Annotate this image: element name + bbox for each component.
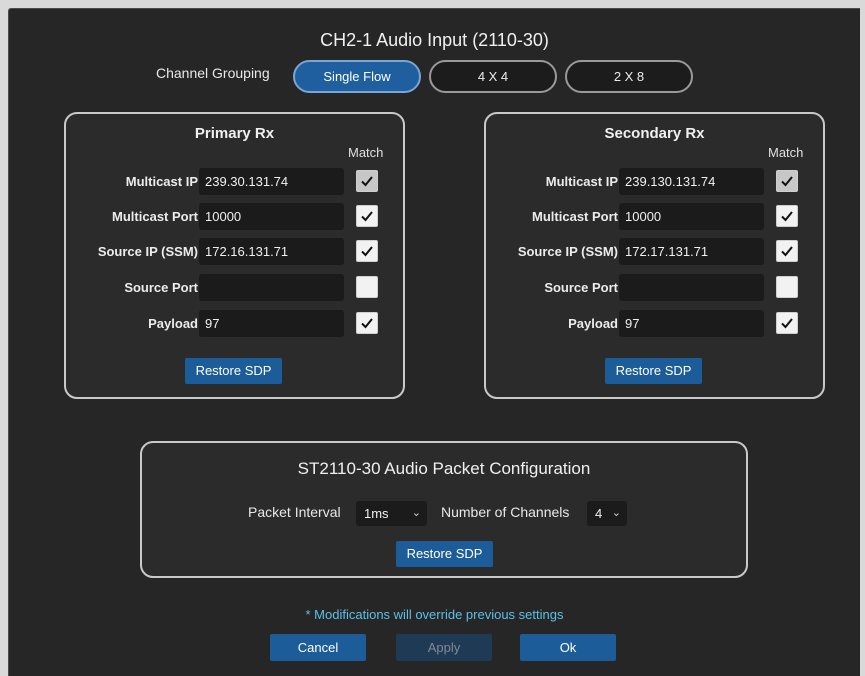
primary-multicast-ip-match-checkbox[interactable] <box>356 170 378 192</box>
secondary-payload-label: Payload <box>568 316 618 331</box>
packet-interval-select[interactable]: 1ms ⌄ <box>356 501 427 526</box>
primary-multicast-ip-label: Multicast IP <box>125 174 198 189</box>
channel-grouping-label: Channel Grouping <box>156 65 270 81</box>
checkmark-icon <box>361 211 373 222</box>
primary-restore-sdp-button[interactable]: Restore SDP <box>185 358 282 384</box>
secondary-source-ip-label: Source IP (SSM) <box>517 244 618 259</box>
ok-button[interactable]: Ok <box>520 634 616 661</box>
packet-interval-value: 1ms <box>364 506 389 521</box>
number-of-channels-value: 4 <box>595 506 603 521</box>
primary-match-label: Match <box>348 145 384 160</box>
cancel-button[interactable]: Cancel <box>270 634 366 661</box>
primary-rx-title: Primary Rx <box>194 125 275 142</box>
primary-multicast-port-label: Multicast Port <box>112 209 198 224</box>
packet-interval-label: Packet Interval <box>248 504 341 520</box>
primary-source-port-match-checkbox[interactable] <box>356 276 378 298</box>
secondary-match-label: Match <box>768 145 804 160</box>
audio-input-dialog: CH2-1 Audio Input (2110-30) Channel Grou… <box>8 8 860 676</box>
primary-source-ip-label: Source IP (SSM) <box>97 244 198 259</box>
number-of-channels-select[interactable]: 4 ⌄ <box>587 501 627 526</box>
primary-multicast-port-match-checkbox[interactable] <box>356 205 378 227</box>
secondary-payload-input[interactable]: 97 <box>619 310 764 337</box>
apply-button[interactable]: Apply <box>396 634 492 661</box>
secondary-multicast-ip-match-checkbox[interactable] <box>776 170 798 192</box>
secondary-source-port-label: Source Port <box>544 280 618 295</box>
dialog-title: CH2-1 Audio Input (2110-30) <box>320 30 549 50</box>
primary-multicast-port-input[interactable]: 10000 <box>199 203 344 230</box>
secondary-rx-panel: Secondary Rx Match Multicast IP 239.130.… <box>484 112 825 399</box>
checkmark-icon <box>361 176 373 187</box>
secondary-multicast-ip-input[interactable]: 239.130.131.74 <box>619 168 764 195</box>
primary-payload-label: Payload <box>148 316 198 331</box>
secondary-restore-sdp-button[interactable]: Restore SDP <box>605 358 702 384</box>
primary-source-ip-input[interactable]: 172.16.131.71 <box>199 238 344 265</box>
chevron-down-icon: ⌄ <box>411 507 421 519</box>
grouping-single-flow-button[interactable]: Single Flow <box>293 60 421 93</box>
checkmark-icon <box>781 246 793 257</box>
primary-rx-panel: Primary Rx Match Multicast IP 239.30.131… <box>64 112 405 399</box>
primary-payload-match-checkbox[interactable] <box>356 312 378 334</box>
primary-multicast-ip-input[interactable]: 239.30.131.74 <box>199 168 344 195</box>
checkmark-icon <box>361 318 373 329</box>
checkmark-icon <box>781 318 793 329</box>
secondary-multicast-ip-label: Multicast IP <box>545 174 618 189</box>
grouping-4x4-button[interactable]: 4 X 4 <box>429 60 557 93</box>
packet-config-title: ST2110-30 Audio Packet Configuration <box>297 459 591 478</box>
grouping-2x8-button[interactable]: 2 X 8 <box>565 60 693 93</box>
number-of-channels-label: Number of Channels <box>441 504 570 520</box>
secondary-rx-title: Secondary Rx <box>604 125 705 142</box>
checkmark-icon <box>781 176 793 187</box>
packet-restore-sdp-button[interactable]: Restore SDP <box>396 541 493 567</box>
override-note: * Modifications will override previous s… <box>305 607 564 622</box>
primary-source-ip-match-checkbox[interactable] <box>356 240 378 262</box>
checkmark-icon <box>781 211 793 222</box>
secondary-source-ip-match-checkbox[interactable] <box>776 240 798 262</box>
checkmark-icon <box>361 246 373 257</box>
secondary-multicast-port-input[interactable]: 10000 <box>619 203 764 230</box>
packet-config-panel: ST2110-30 Audio Packet Configuration Pac… <box>140 441 748 578</box>
secondary-multicast-port-match-checkbox[interactable] <box>776 205 798 227</box>
primary-payload-input[interactable]: 97 <box>199 310 344 337</box>
primary-source-port-label: Source Port <box>124 280 198 295</box>
secondary-source-port-input[interactable] <box>619 274 764 301</box>
primary-source-port-input[interactable] <box>199 274 344 301</box>
secondary-multicast-port-label: Multicast Port <box>532 209 618 224</box>
chevron-down-icon: ⌄ <box>611 507 621 519</box>
secondary-source-ip-input[interactable]: 172.17.131.71 <box>619 238 764 265</box>
secondary-payload-match-checkbox[interactable] <box>776 312 798 334</box>
secondary-source-port-match-checkbox[interactable] <box>776 276 798 298</box>
